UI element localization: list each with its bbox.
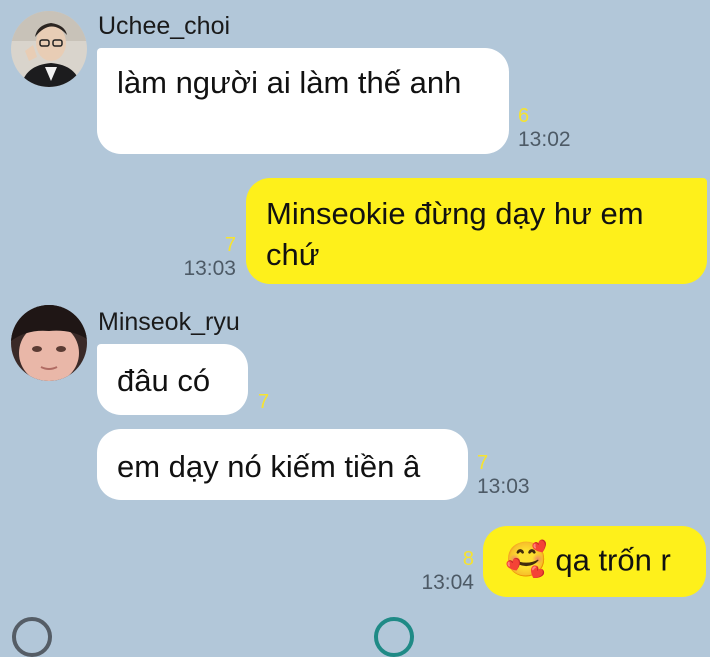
unread-count: 6 <box>518 105 530 127</box>
message-bubble-incoming[interactable]: làm người ai làm thế anh <box>97 48 509 154</box>
message-time: 13:03 <box>477 475 530 498</box>
attachment-icon[interactable] <box>12 617 52 657</box>
message-meta: 7 13:03 <box>170 233 236 281</box>
message-text: đâu có <box>117 363 211 398</box>
message-text: Minseokie đừng dạy hư em chứ <box>266 196 644 272</box>
message-time: 13:02 <box>518 128 571 151</box>
unread-count: 7 <box>224 234 236 256</box>
sender-name: Uchee_choi <box>98 12 231 40</box>
avatar-photo-icon <box>11 305 87 381</box>
message-text: em dạy nó kiếm tiền â <box>117 449 421 484</box>
avatar-photo-icon <box>11 11 87 87</box>
message-bubble-outgoing[interactable]: 🥰 qa trốn r <box>483 526 706 597</box>
message-time: 13:04 <box>421 571 474 594</box>
unread-count: 7 <box>477 452 489 474</box>
message-time: 13:03 <box>183 257 236 280</box>
sender-name: Minseok_ryu <box>98 308 240 336</box>
message-meta: 7 <box>258 390 269 414</box>
message-meta: 8 13:04 <box>410 547 474 595</box>
message-bubble-outgoing[interactable]: Minseokie đừng dạy hư em chứ <box>246 178 707 284</box>
message-meta: 7 13:03 <box>477 451 530 499</box>
message-text: qa trốn r <box>555 542 671 578</box>
avatar-uchee-choi[interactable] <box>11 11 87 87</box>
avatar-minseok-ryu[interactable] <box>11 305 87 381</box>
unread-count: 7 <box>258 391 270 413</box>
emoji-icon[interactable] <box>374 617 414 657</box>
message-meta: 6 13:02 <box>518 104 571 152</box>
message-bubble-incoming[interactable]: đâu có <box>97 344 248 415</box>
message-text: làm người ai làm thế anh <box>117 65 462 100</box>
unread-count: 8 <box>462 548 474 570</box>
smiling-face-with-hearts-icon: 🥰 <box>505 540 548 579</box>
message-bubble-incoming[interactable]: em dạy nó kiếm tiền â <box>97 429 468 500</box>
